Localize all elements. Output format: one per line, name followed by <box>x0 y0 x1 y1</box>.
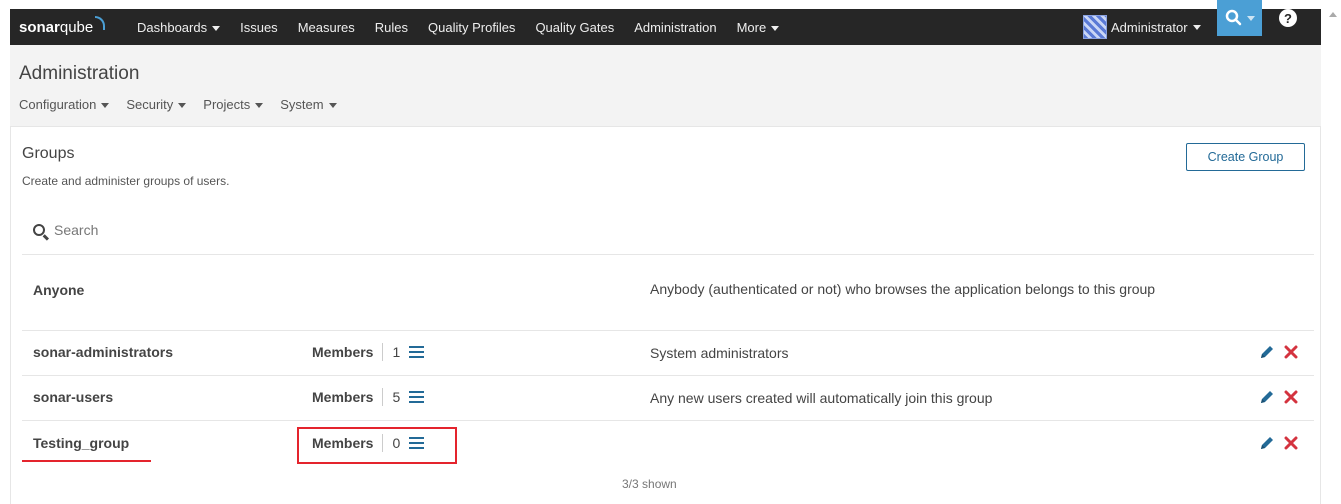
delete-icon[interactable] <box>1284 390 1298 404</box>
section-description: Create and administer groups of users. <box>22 174 230 188</box>
nav-administration[interactable]: Administration <box>634 20 716 35</box>
separator <box>382 388 384 406</box>
page-title: Administration <box>19 63 140 84</box>
group-name: sonar-users <box>33 389 114 405</box>
chevron-down-icon <box>328 103 337 109</box>
subnav-projects[interactable]: Projects <box>203 97 264 112</box>
help-icon: ? <box>1284 10 1292 26</box>
table-row: Testing_group Members 0 <box>22 421 1314 465</box>
nav-issues[interactable]: Issues <box>240 20 278 35</box>
group-name: Anyone <box>33 282 85 298</box>
subnav-security[interactable]: Security <box>126 97 187 112</box>
group-description: Any new users created will automatically… <box>650 390 993 406</box>
search-box <box>33 216 1313 244</box>
table-row: sonar-administrators Members 1 System ad… <box>22 331 1314 375</box>
section-title: Groups <box>22 145 75 162</box>
chevron-down-icon <box>255 103 264 109</box>
chevron-down-icon <box>101 103 110 109</box>
nav-more[interactable]: More <box>737 20 780 35</box>
chevron-down-icon <box>771 25 780 31</box>
chevron-down-icon <box>178 103 187 109</box>
pencil-icon[interactable] <box>1259 435 1275 451</box>
chevron-down-icon <box>1192 24 1201 30</box>
search-icon <box>1225 9 1241 26</box>
list-icon[interactable] <box>409 346 425 358</box>
list-icon[interactable] <box>409 391 425 403</box>
avatar <box>1083 15 1107 39</box>
members-cell: Members 5 <box>312 388 425 406</box>
logo-arc-icon <box>95 16 106 30</box>
nav-links: Dashboards Issues Measures Rules Quality… <box>137 9 799 45</box>
members-label: Members <box>312 344 374 360</box>
help-button[interactable]: ? <box>1279 9 1297 27</box>
shown-count: 3/3 shown <box>622 477 677 491</box>
subnav-system[interactable]: System <box>280 97 337 112</box>
members-count: 1 <box>392 344 401 360</box>
row-actions <box>1259 389 1298 405</box>
nav-quality-profiles[interactable]: Quality Profiles <box>428 20 515 35</box>
chevron-down-icon <box>1246 15 1255 21</box>
row-actions <box>1259 344 1298 360</box>
group-description: Anybody (authenticated or not) who brows… <box>650 281 1156 297</box>
table-row: sonar-users Members 5 Any new users crea… <box>22 376 1314 420</box>
group-name: sonar-administrators <box>33 344 174 360</box>
search-icon <box>33 224 45 236</box>
members-label: Members <box>312 389 374 405</box>
user-menu[interactable]: Administrator <box>1083 9 1201 45</box>
group-name: Testing_group <box>33 435 130 451</box>
table-row: Anyone Anybody (authenticated or not) wh… <box>22 255 1314 329</box>
pencil-icon[interactable] <box>1259 389 1275 405</box>
highlight-underline <box>22 460 151 462</box>
row-actions <box>1259 435 1298 451</box>
separator <box>382 343 384 361</box>
create-group-button[interactable]: Create Group <box>1186 143 1305 171</box>
nav-rules[interactable]: Rules <box>375 20 408 35</box>
chevron-down-icon <box>212 25 221 31</box>
admin-header: Administration Configuration Security Pr… <box>10 45 1321 127</box>
group-description: System administrators <box>650 345 789 361</box>
pencil-icon[interactable] <box>1259 344 1275 360</box>
nav-measures[interactable]: Measures <box>298 20 355 35</box>
highlight-box <box>297 427 457 464</box>
delete-icon[interactable] <box>1284 436 1298 450</box>
top-navbar: sonar qube Dashboards Issues Measures Rul… <box>10 9 1321 45</box>
subnav-configuration[interactable]: Configuration <box>19 97 110 112</box>
nav-dashboards[interactable]: Dashboards <box>137 20 221 35</box>
logo-text-light: qube <box>59 18 94 36</box>
page: sonar qube Dashboards Issues Measures Rul… <box>0 0 1341 504</box>
scroll-up-icon[interactable] <box>1329 12 1337 17</box>
nav-quality-gates[interactable]: Quality Gates <box>535 20 614 35</box>
delete-icon[interactable] <box>1284 345 1298 359</box>
user-name: Administrator <box>1111 19 1188 35</box>
admin-subnav: Configuration Security Projects System <box>19 97 354 112</box>
search-input[interactable] <box>54 222 1254 238</box>
members-count: 5 <box>392 389 401 405</box>
global-search-button[interactable] <box>1217 0 1262 36</box>
logo-text-bold: sonar <box>19 18 60 36</box>
members-cell: Members 1 <box>312 343 425 361</box>
sonarqube-logo[interactable]: sonar qube <box>10 16 137 36</box>
